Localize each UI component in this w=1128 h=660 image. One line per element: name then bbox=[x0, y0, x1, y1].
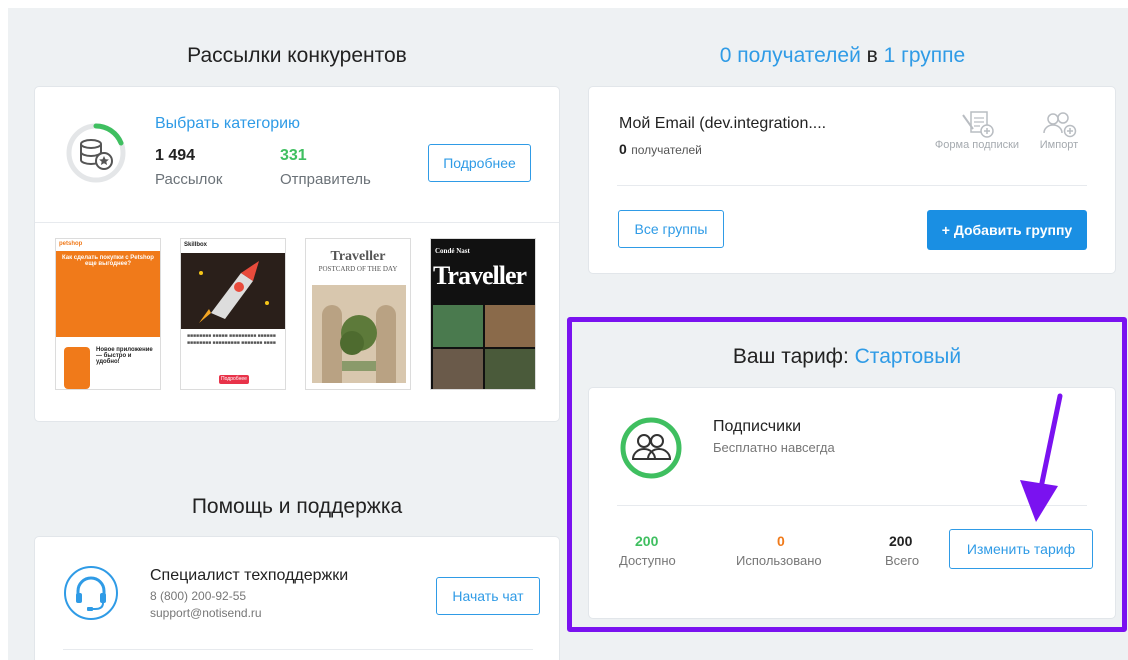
support-card: Специалист техподдержки 8 (800) 200-92-5… bbox=[34, 536, 560, 660]
postcard-image bbox=[312, 285, 406, 383]
thumbnail-headline: POSTCARD OF THE DAY bbox=[318, 265, 398, 273]
details-button[interactable]: Подробнее bbox=[428, 144, 531, 182]
recipients-in-word: в bbox=[866, 44, 878, 67]
thumbnail-footer: Новое приложение — быстро и удобно! bbox=[96, 347, 153, 365]
all-groups-button[interactable]: Все группы bbox=[618, 210, 724, 248]
form-icon bbox=[929, 109, 1025, 139]
senders-count: 331 bbox=[280, 147, 307, 164]
group-card: Мой Email (dev.integration.... 0 получат… bbox=[588, 86, 1116, 274]
people-plus-icon bbox=[1029, 109, 1089, 139]
support-specialist: Специалист техподдержки bbox=[150, 567, 349, 584]
import-label: Импорт bbox=[1039, 139, 1079, 151]
email-thumbnail-conde-nast[interactable]: Condé Nast Traveller bbox=[430, 238, 536, 390]
tariff-highlight-frame bbox=[567, 317, 1127, 632]
phone-image bbox=[64, 347, 90, 389]
mailings-count: 1 494 bbox=[155, 147, 196, 164]
portrait-image bbox=[433, 349, 483, 389]
choose-category-link[interactable]: Выбрать категорию bbox=[155, 115, 300, 133]
group-divider bbox=[617, 185, 1087, 186]
email-thumbnail-traveller[interactable]: Traveller POSTCARD OF THE DAY bbox=[305, 238, 411, 390]
recipients-count-link[interactable]: 0 получателей bbox=[720, 44, 861, 67]
thumbnail-cta: Подробнее bbox=[219, 375, 249, 384]
mailings-label: Рассылок bbox=[155, 171, 223, 188]
recipients-title: 0 получателей в 1 группе bbox=[568, 44, 1117, 68]
group-recipients-count: 0 bbox=[619, 141, 627, 157]
thumbnail-headline: Traveller bbox=[433, 261, 527, 290]
thumbnail-headline: Как сделать покупки с Petshop еще выгодн… bbox=[56, 251, 160, 337]
email-thumbnail-skillbox[interactable]: Skillbox ■■■■■■■■ ■■■■■ ■■■■■■■■■ ■■■■■■… bbox=[180, 238, 286, 390]
support-title: Помощь и поддержка bbox=[191, 495, 403, 518]
support-divider bbox=[63, 649, 533, 650]
thumbnail-brand: Condé Nast bbox=[435, 247, 470, 255]
groups-count-link[interactable]: 1 группе bbox=[884, 44, 966, 67]
support-email[interactable]: support@notisend.ru bbox=[150, 606, 262, 620]
portrait-image bbox=[485, 305, 535, 347]
portrait-image bbox=[433, 305, 483, 347]
competitors-title: Рассылки конкурентов bbox=[187, 44, 407, 67]
portrait-image bbox=[485, 349, 535, 389]
database-star-icon bbox=[65, 122, 127, 184]
group-name[interactable]: Мой Email (dev.integration.... bbox=[619, 115, 826, 133]
competitors-divider bbox=[35, 222, 559, 223]
subscribe-form-label: Форма подписки bbox=[934, 139, 1020, 151]
thumbnail-brand: petshop bbox=[56, 239, 160, 251]
start-chat-button[interactable]: Начать чат bbox=[436, 577, 540, 615]
group-recipients: 0 получателей bbox=[619, 141, 702, 159]
email-thumbnail-petshop[interactable]: petshop Как сделать покупки с Petshop ещ… bbox=[55, 238, 161, 390]
import-button[interactable]: Импорт bbox=[1029, 109, 1089, 151]
thumbnail-brand: Skillbox bbox=[181, 239, 285, 253]
group-recipients-label: получателей bbox=[631, 143, 702, 157]
thumbnail-brand: Traveller bbox=[330, 249, 386, 264]
senders-label: Отправитель bbox=[280, 171, 371, 188]
add-group-button[interactable]: + Добавить группу bbox=[927, 210, 1087, 250]
subscribe-form-button[interactable]: Форма подписки bbox=[929, 109, 1025, 151]
headset-icon bbox=[63, 565, 119, 621]
rocket-image bbox=[181, 253, 285, 329]
support-phone[interactable]: 8 (800) 200-92-55 bbox=[150, 589, 246, 603]
